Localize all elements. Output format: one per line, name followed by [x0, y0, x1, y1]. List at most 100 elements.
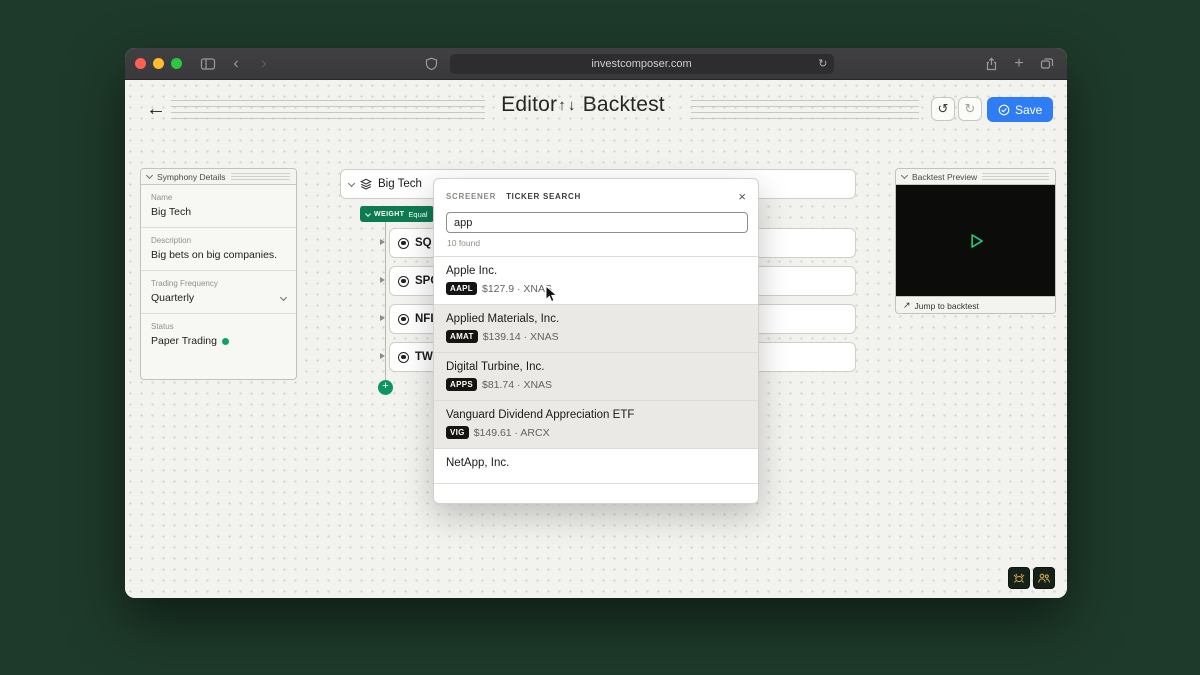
description-field[interactable]: Description Big bets on big companies. [141, 228, 296, 271]
ticker-badge: AAPL [446, 282, 477, 295]
close-icon[interactable]: × [738, 190, 746, 203]
nav-forward-icon[interactable]: › [254, 54, 274, 74]
ticker-search-modal: SCREENER TICKER SEARCH × 10 found Apple … [433, 178, 759, 504]
results-list: Apple Inc. AAPL $127.9 · XNAS Applied Mat… [434, 256, 758, 484]
panel-title: Symphony Details [157, 171, 226, 182]
chevron-down-icon [365, 210, 371, 217]
company-name: NetApp, Inc. [446, 457, 510, 469]
ticker-badge: VIG [446, 426, 469, 439]
page-title: Editor↑ ↓ Backtest [477, 93, 689, 117]
jump-to-backtest-link[interactable]: ↗ Jump to backtest [896, 296, 1055, 313]
nav-back-icon[interactable]: ‹ [226, 54, 246, 74]
description-value: Big bets on big companies. [151, 249, 278, 261]
ticker-badge: APPS [446, 378, 477, 391]
result-row-amat[interactable]: Applied Materials, Inc. AMAT $139.14 · XN… [434, 305, 758, 353]
name-field[interactable]: Name Big Tech [141, 185, 296, 228]
company-name: Apple Inc. [446, 265, 498, 277]
sidebar-toggle-icon[interactable] [198, 54, 218, 74]
layers-icon [360, 178, 372, 190]
result-row-vig[interactable]: Vanguard Dividend Appreciation ETF VIG $1… [434, 401, 758, 449]
backtest-panel-header[interactable]: Backtest Preview [896, 169, 1055, 185]
panel-title: Backtest Preview [912, 171, 978, 182]
connector-arrow-icon [380, 239, 385, 245]
symphony-panel-header[interactable]: Symphony Details [141, 169, 296, 185]
jump-label: Jump to backtest [914, 300, 979, 311]
ticker-search-input[interactable] [446, 212, 748, 233]
weight-value: Equal [408, 209, 428, 219]
zoom-window-button[interactable] [171, 58, 182, 69]
back-button[interactable]: ← [143, 96, 169, 122]
shield-icon[interactable] [422, 54, 442, 74]
trading-frequency-label: Trading Frequency [151, 279, 218, 288]
chevron-down-icon [279, 293, 288, 301]
chevron-down-icon [900, 171, 909, 180]
minimize-window-button[interactable] [153, 58, 164, 69]
price-exchange: $149.61 · ARCX [473, 426, 550, 439]
connector-arrow-icon [380, 315, 385, 321]
root-node-label: Big Tech [378, 178, 422, 190]
modal-kicker: SCREENER [446, 192, 497, 201]
name-value: Big Tech [151, 206, 192, 218]
save-button[interactable]: Save [987, 97, 1054, 122]
ticker-label: SQ [415, 237, 432, 249]
undo-button[interactable]: ↺ [931, 97, 955, 121]
play-icon[interactable] [965, 230, 987, 252]
backtest-preview-panel: Backtest Preview ↗ Jump to backtest [895, 168, 1056, 314]
arrow-up-icon: ↑ [558, 97, 566, 114]
chevron-down-icon[interactable] [347, 179, 356, 187]
mouse-cursor [545, 284, 558, 308]
description-label: Description [151, 236, 192, 245]
browser-window: ‹ › investcomposer.com ↻ + ← Editor↑ ↓ B… [125, 48, 1067, 598]
connector-arrow-icon [380, 353, 385, 359]
close-window-button[interactable] [135, 58, 146, 69]
decorative-rules [982, 173, 1049, 180]
trading-frequency-value: Quarterly [151, 292, 195, 304]
arrow-down-icon: ↓ [567, 97, 576, 114]
radio-icon [398, 351, 409, 363]
symphony-details-panel: Symphony Details Name Big Tech Descripti… [140, 168, 297, 380]
result-row-netapp[interactable]: NetApp, Inc. [434, 449, 758, 484]
desktop-background: ‹ › investcomposer.com ↻ + ← Editor↑ ↓ B… [0, 0, 1200, 675]
save-label: Save [1015, 102, 1043, 117]
crab-icon [1013, 573, 1025, 583]
modal-title: TICKER SEARCH [506, 192, 581, 201]
status-field: Status Paper Trading [141, 314, 296, 356]
company-name: Digital Turbine, Inc. [446, 361, 545, 373]
community-button[interactable] [1033, 567, 1055, 589]
redo-button[interactable]: ↻ [958, 97, 982, 121]
decorative-rules [230, 173, 290, 180]
mascot-chat-button[interactable] [1008, 567, 1030, 589]
trading-frequency-field[interactable]: Trading Frequency Quarterly [141, 271, 296, 314]
radio-icon [398, 275, 409, 287]
refresh-icon[interactable]: ↻ [818, 57, 827, 70]
backtest-video-preview[interactable] [896, 185, 1055, 296]
price-exchange: $81.74 · XNAS [482, 378, 553, 391]
radio-icon [398, 237, 409, 249]
price-exchange: $139.14 · XNAS [482, 330, 559, 343]
name-label: Name [151, 193, 173, 202]
ticker-badge: AMAT [446, 330, 478, 343]
chevron-down-icon [145, 171, 154, 180]
editor-canvas: ← Editor↑ ↓ Backtest ↺ ↻ Save Symphony De… [125, 80, 1067, 598]
weight-badge[interactable]: WEIGHT Equal [360, 206, 434, 222]
price-exchange: $127.9 · XNAS [481, 282, 553, 295]
tree-connector-line [385, 222, 386, 388]
share-icon[interactable] [981, 54, 1001, 74]
weight-label: WEIGHT [374, 210, 405, 218]
result-row-apps[interactable]: Digital Turbine, Inc. APPS $81.74 · XNAS [434, 353, 758, 401]
url-text: investcomposer.com [591, 57, 692, 70]
tab-backtest[interactable]: Backtest [583, 93, 665, 116]
decorative-rules-right [691, 100, 919, 119]
result-row-aapl[interactable]: Apple Inc. AAPL $127.9 · XNAS [434, 257, 758, 305]
jump-arrow-icon: ↗ [903, 300, 911, 310]
tab-overview-icon[interactable] [1037, 54, 1057, 74]
address-bar[interactable]: investcomposer.com ↻ [449, 53, 834, 74]
traffic-lights [135, 58, 182, 69]
add-node-button[interactable]: + [378, 380, 393, 395]
tab-editor[interactable]: Editor [501, 93, 557, 116]
status-dot-icon [221, 337, 229, 345]
new-tab-icon[interactable]: + [1009, 54, 1029, 74]
company-name: Vanguard Dividend Appreciation ETF [446, 409, 635, 421]
modal-header: SCREENER TICKER SEARCH × [434, 179, 758, 212]
status-value: Paper Trading [151, 335, 217, 347]
